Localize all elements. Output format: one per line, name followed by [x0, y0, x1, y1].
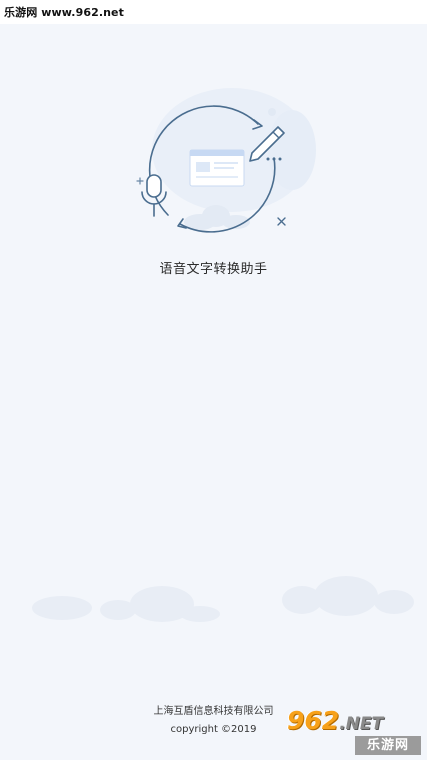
watermark-number: 962 [287, 706, 340, 735]
watermark-suffix: .NET [339, 714, 384, 734]
decor-dot [268, 108, 276, 116]
watermark-domain: 962.NET [287, 706, 421, 735]
sparkle-right [277, 217, 286, 226]
document-card-graphic [189, 149, 245, 187]
decorative-clouds [32, 576, 414, 622]
voice-to-text-illustration [136, 88, 316, 233]
watermark-site-name: 乐游网 [355, 736, 421, 755]
sparkle-left [136, 177, 144, 185]
illustration-backdrop-right [268, 110, 316, 190]
watermark-logo: 962.NET 乐游网 [287, 706, 421, 756]
app-title: 语音文字转换助手 [159, 262, 268, 277]
